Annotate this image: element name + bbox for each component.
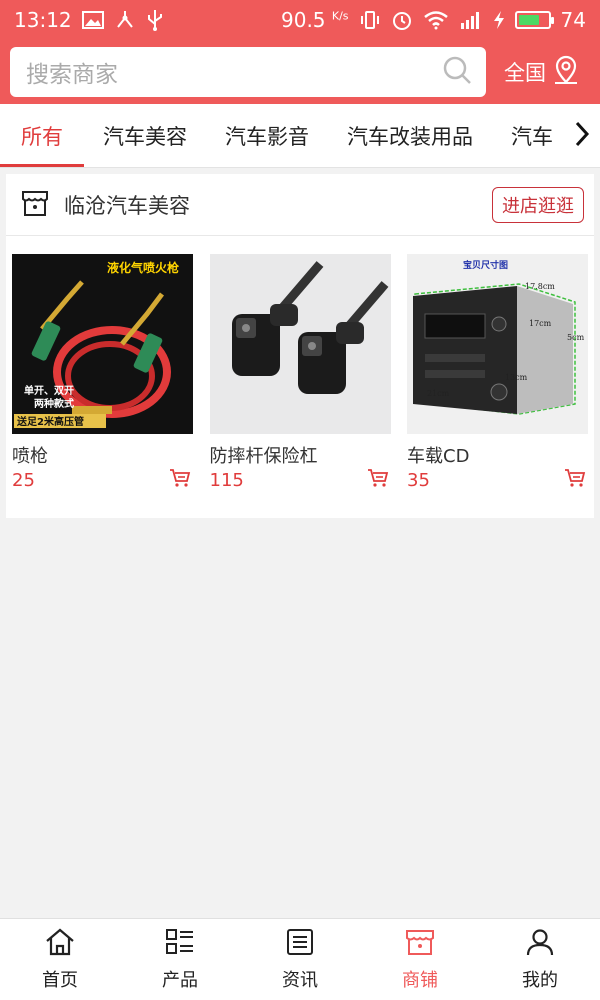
charging-bolt-icon [493, 10, 505, 30]
product-name: 防摔杆保险杠 [209, 446, 318, 467]
usb-icon [146, 8, 164, 32]
chevron-right-icon [574, 120, 590, 152]
torch-line-2: 两种款式 [34, 397, 74, 410]
home-icon [44, 927, 76, 962]
header: 搜索商家 全国 [0, 40, 600, 104]
location-pin-icon [552, 55, 580, 90]
cd-dim-2: 17cm [529, 319, 552, 328]
tab-car-modification[interactable]: 汽车改装用品 [328, 104, 492, 167]
nav-stores-label: 商铺 [402, 970, 438, 991]
search-placeholder: 搜索商家 [26, 62, 118, 88]
status-bar: 13:12 90.5 K/s 74 [0, 0, 600, 40]
product-list: 液化气喷火枪 单开、双开 两种款式 送足2米高压管 喷枪 25 防摔杆保险杠 1… [6, 236, 594, 492]
product-card[interactable]: 防摔杆保险杠 115 [209, 254, 391, 492]
cd-dim-1: 17.8cm [525, 282, 555, 291]
nav-mine-label: 我的 [522, 970, 558, 991]
store-icon [404, 927, 436, 962]
nav-products-label: 产品 [162, 970, 198, 991]
category-tabs: 所有 汽车美容 汽车影音 汽车改装用品 汽车 [0, 104, 600, 168]
product-name: 喷枪 [12, 446, 48, 467]
news-icon [284, 927, 316, 962]
tab-car-beauty[interactable]: 汽车美容 [84, 104, 206, 167]
tab-car-audio[interactable]: 汽车影音 [206, 104, 328, 167]
nav-home[interactable]: 首页 [0, 927, 120, 992]
tab-all[interactable]: 所有 [0, 104, 84, 167]
tabs-scroll-right[interactable] [564, 104, 600, 167]
share-nodes-icon [114, 9, 136, 31]
product-image-torch[interactable]: 液化气喷火枪 单开、双开 两种款式 送足2米高压管 [12, 254, 193, 434]
product-price: 35 [407, 469, 430, 491]
cd-dim-3: 5cm [567, 333, 585, 342]
product-price: 25 [12, 469, 35, 491]
image-icon [81, 11, 104, 29]
shop-header: 临沧汽车美容 进店逛逛 [6, 174, 594, 236]
nav-mine[interactable]: 我的 [480, 927, 600, 992]
product-image-car-cd[interactable]: 宝贝尺寸图 17.8cm 17cm 5cm 13cm 21cm [407, 254, 588, 434]
region-label: 全国 [504, 61, 546, 85]
nav-news[interactable]: 资讯 [240, 927, 360, 992]
network-speed: 90.5 K/s [281, 8, 349, 32]
torch-line-1: 单开、双开 [24, 384, 74, 397]
battery-percent: 74 [560, 8, 586, 32]
product-price: 115 [209, 469, 244, 491]
vibrate-icon [359, 10, 381, 30]
battery-icon [514, 11, 554, 29]
cd-dim-4: 13cm [505, 373, 528, 382]
speed-value: 90.5 [281, 8, 326, 32]
torch-caption: 液化气喷火枪 [107, 260, 179, 275]
cart-icon[interactable] [367, 468, 389, 492]
product-name: 车载CD [407, 446, 470, 467]
grid-list-icon [164, 927, 196, 962]
torch-line-3: 送足2米高压管 [16, 415, 84, 428]
search-input[interactable]: 搜索商家 [10, 47, 486, 97]
search-icon[interactable] [442, 55, 472, 89]
nav-stores[interactable]: 商铺 [360, 927, 480, 992]
product-card[interactable]: 液化气喷火枪 单开、双开 两种款式 送足2米高压管 喷枪 25 [12, 254, 193, 492]
tab-car-more[interactable]: 汽车 [492, 104, 572, 167]
status-time: 13:12 [14, 8, 72, 32]
product-image-bumper[interactable] [209, 254, 391, 434]
product-card[interactable]: 宝贝尺寸图 17.8cm 17cm 5cm 13cm 21cm 车载CD 35 [407, 254, 588, 492]
cart-icon[interactable] [169, 468, 191, 492]
cd-caption: 宝贝尺寸图 [463, 259, 508, 271]
user-icon [524, 927, 556, 962]
battery-fill [518, 15, 540, 25]
shop-card: 临沧汽车美容 进店逛逛 液化气喷火枪 单开、双开 两种款式 送足2米高压管 喷枪… [6, 174, 594, 518]
wifi-icon [423, 10, 449, 30]
speed-unit: K/s [331, 9, 349, 23]
region-selector[interactable]: 全国 [504, 55, 580, 90]
signal-icon [459, 10, 483, 30]
cart-icon[interactable] [564, 468, 586, 492]
shop-name: 临沧汽车美容 [64, 193, 190, 218]
bottom-nav: 首页 产品 资讯 商铺 我的 [0, 918, 600, 1000]
nav-home-label: 首页 [42, 970, 78, 991]
cd-dim-5: 21cm [427, 389, 450, 398]
shop-icon [20, 188, 50, 222]
visit-shop-button[interactable]: 进店逛逛 [492, 186, 584, 223]
alarm-icon [391, 9, 413, 31]
nav-products[interactable]: 产品 [120, 927, 240, 992]
nav-news-label: 资讯 [282, 970, 318, 991]
